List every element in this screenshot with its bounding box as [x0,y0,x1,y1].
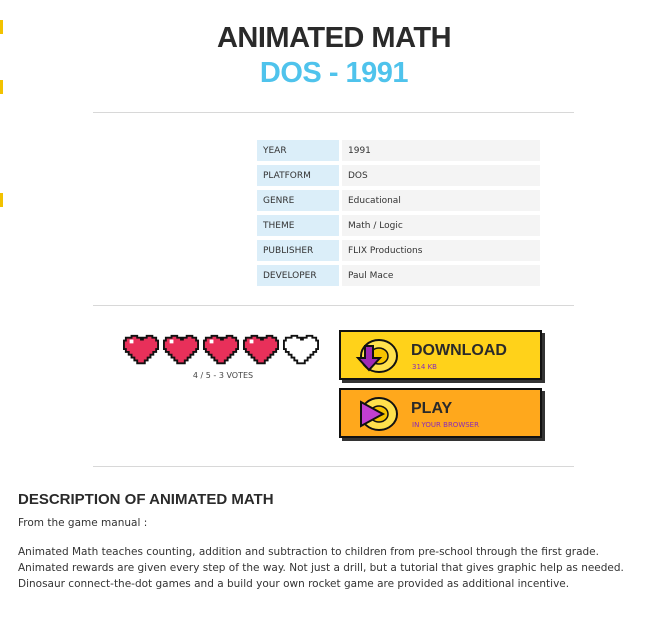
download-size: 314 KB [412,363,437,371]
info-value: Math / Logic [342,215,540,236]
info-value: 1991 [342,140,540,161]
rating-hearts[interactable] [123,334,319,366]
play-subtext: IN YOUR BROWSER [412,421,479,429]
description-intro: From the game manual : [18,517,148,529]
heart-filled-icon[interactable] [123,334,159,366]
download-arrow-icon [355,339,398,373]
heart-filled-icon[interactable] [243,334,279,366]
info-key: YEAR [257,140,342,161]
left-edge-markers [0,0,4,618]
info-value: FLIX Productions [342,240,540,261]
description-body: Animated Math teaches counting, addition… [18,546,624,590]
game-info-table: YEAR 1991 PLATFORM DOS GENRE Educational… [257,136,540,290]
play-triangle-icon [360,397,398,431]
game-platform-year: DOS - 1991 [259,57,409,89]
info-value: Educational [342,190,540,211]
edge-marker [0,193,3,207]
info-row-genre: GENRE Educational [257,190,540,211]
heart-filled-icon[interactable] [163,334,199,366]
rating-votes-text: 4 / 5 - 3 VOTES [192,371,254,380]
divider [93,466,574,467]
play-button[interactable]: PLAY IN YOUR BROWSER [339,388,542,438]
play-label: PLAY [411,400,453,417]
info-value: Paul Mace [342,265,540,286]
heart-filled-icon[interactable] [203,334,239,366]
divider [93,112,574,113]
divider [93,305,574,306]
description-heading: DESCRIPTION OF ANIMATED MATH [18,491,274,508]
info-key: THEME [257,215,342,236]
heart-empty-icon[interactable] [283,334,319,366]
download-button[interactable]: DOWNLOAD 314 KB [339,330,542,380]
info-key: PUBLISHER [257,240,342,261]
info-key: PLATFORM [257,165,342,186]
info-row-platform: PLATFORM DOS [257,165,540,186]
info-row-developer: DEVELOPER Paul Mace [257,265,540,286]
info-key: GENRE [257,190,342,211]
info-value: DOS [342,165,540,186]
game-title: ANIMATED MATH [216,22,452,54]
info-row-publisher: PUBLISHER FLIX Productions [257,240,540,261]
info-row-theme: THEME Math / Logic [257,215,540,236]
info-row-year: YEAR 1991 [257,140,540,161]
info-key: DEVELOPER [257,265,342,286]
download-label: DOWNLOAD [411,342,507,359]
